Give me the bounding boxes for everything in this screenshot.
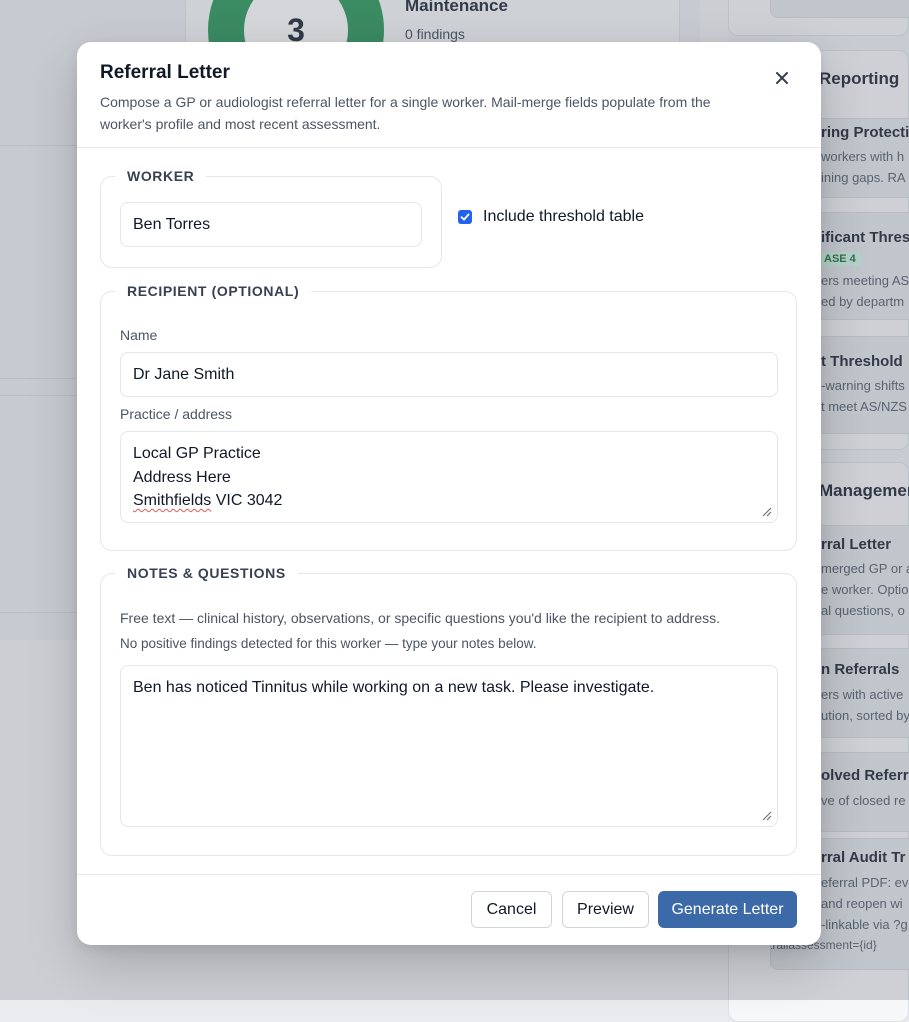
- cancel-button[interactable]: Cancel: [471, 891, 552, 928]
- recipient-name-input[interactable]: Dr Jane Smith: [120, 352, 778, 397]
- preview-button[interactable]: Preview: [562, 891, 649, 928]
- notes-help-text: Free text — clinical history, observatio…: [120, 610, 721, 626]
- practice-address-label: Practice / address: [120, 406, 233, 422]
- recipient-name-label: Name: [120, 327, 158, 343]
- no-findings-text: No positive findings detected for this w…: [120, 636, 537, 651]
- close-button[interactable]: [770, 66, 794, 90]
- resize-handle-icon[interactable]: [760, 505, 772, 517]
- recipient-fieldset: RECIPIENT (OPTIONAL) Name Dr Jane Smith …: [100, 283, 797, 551]
- checkmark-icon: [460, 213, 470, 221]
- address-line: Address Here: [133, 468, 231, 486]
- notes-textarea[interactable]: Ben has noticed Tinnitus while working o…: [120, 665, 778, 827]
- worker-value: Ben Torres: [133, 215, 211, 233]
- misspelled-word: Smithfields: [133, 492, 212, 509]
- dialog-subtitle: Compose a GP or audiologist referral let…: [100, 94, 711, 132]
- notes-value: Ben has noticed Tinnitus while working o…: [133, 679, 655, 696]
- include-threshold-option[interactable]: Include threshold table: [458, 208, 644, 226]
- worker-legend: WORKER: [127, 168, 195, 184]
- recipient-name-value: Dr Jane Smith: [133, 365, 235, 383]
- address-line: Local GP Practice: [133, 445, 261, 462]
- worker-fieldset: WORKER Ben Torres: [100, 168, 442, 268]
- notes-legend: NOTES & QUESTIONS: [127, 565, 286, 581]
- close-icon: [776, 72, 788, 84]
- dialog-header: Referral Letter Compose a GP or audiolog…: [77, 42, 821, 148]
- recipient-legend: RECIPIENT (OPTIONAL): [127, 283, 300, 299]
- include-threshold-checkbox[interactable]: [458, 210, 472, 224]
- generate-letter-button[interactable]: Generate Letter: [658, 891, 797, 928]
- resize-handle-icon[interactable]: [760, 809, 772, 821]
- dialog-footer: Cancel Preview Generate Letter: [77, 874, 821, 945]
- address-line: Smithfields VIC 3042: [133, 492, 283, 509]
- notes-fieldset: NOTES & QUESTIONS Free text — clinical h…: [100, 565, 797, 856]
- include-threshold-label: Include threshold table: [483, 208, 644, 225]
- dialog-title: Referral Letter: [100, 62, 230, 83]
- practice-address-textarea[interactable]: Local GP Practice Address Here Smithfiel…: [120, 431, 778, 523]
- referral-letter-dialog: Referral Letter Compose a GP or audiolog…: [77, 42, 821, 945]
- worker-select[interactable]: Ben Torres: [120, 202, 422, 247]
